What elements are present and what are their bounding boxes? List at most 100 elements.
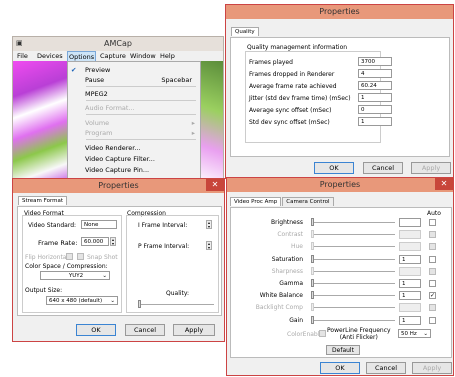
cancel-button[interactable]: Cancel bbox=[366, 362, 406, 374]
flip-horizontal-label: Flip Horizontal: bbox=[25, 254, 71, 261]
auto-heading: Auto bbox=[427, 210, 441, 217]
stream-titlebar: Properties ✕ bbox=[13, 179, 224, 193]
quality-slider-thumb[interactable] bbox=[138, 300, 141, 308]
tab-quality[interactable]: Quality bbox=[231, 27, 259, 36]
video-preview bbox=[13, 61, 67, 183]
procamp-auto-checkbox[interactable] bbox=[429, 219, 436, 226]
procamp-titlebar: Properties ✕ bbox=[227, 178, 453, 192]
menu-item-mpeg2[interactable]: MPEG2 bbox=[68, 89, 200, 98]
procamp-slider-thumb[interactable] bbox=[311, 254, 314, 263]
video-standard-value: None bbox=[81, 220, 117, 229]
menu-item-video-renderer[interactable]: Video Renderer... bbox=[68, 143, 200, 152]
menu-item-audio-format[interactable]: Audio Format... bbox=[68, 103, 200, 112]
frames-played-label: Frames played bbox=[249, 59, 293, 66]
procamp-auto-checkbox[interactable] bbox=[429, 267, 436, 275]
procamp-slider-thumb[interactable] bbox=[311, 266, 314, 275]
procamp-slider-thumb[interactable] bbox=[311, 315, 314, 324]
color-enable-checkbox[interactable] bbox=[319, 330, 326, 337]
flip-horizontal-checkbox[interactable] bbox=[66, 253, 73, 260]
procamp-slider-thumb[interactable] bbox=[311, 218, 314, 226]
procamp-slider-thumb[interactable] bbox=[311, 230, 314, 239]
procamp-slider[interactable] bbox=[311, 283, 395, 284]
frames-dropped-value: 4 bbox=[358, 69, 392, 78]
procamp-slider[interactable] bbox=[311, 258, 395, 260]
std-dev-sync-offset-label: Std dev sync offset (mSec) bbox=[249, 119, 330, 126]
procamp-auto-checkbox[interactable] bbox=[429, 280, 436, 287]
procamp-slider-thumb[interactable] bbox=[311, 303, 314, 312]
output-size-select[interactable]: 640 x 480 (default) ⌄ bbox=[46, 296, 118, 305]
procamp-auto-checkbox[interactable] bbox=[429, 316, 436, 324]
apply-button[interactable]: Apply bbox=[412, 362, 452, 374]
color-space-select[interactable]: YUY2 ⌄ bbox=[40, 271, 110, 280]
procamp-title: Properties bbox=[319, 180, 361, 189]
menu-help[interactable]: Help bbox=[160, 52, 175, 60]
procamp-slider-thumb[interactable] bbox=[311, 279, 314, 287]
compression-group bbox=[126, 215, 219, 313]
procamp-value[interactable]: 1 bbox=[399, 254, 421, 264]
apply-button[interactable]: Apply bbox=[411, 162, 451, 174]
quality-slider[interactable] bbox=[138, 304, 214, 305]
menu-item-volume[interactable]: Volume ▸ bbox=[68, 118, 200, 127]
procamp-auto-checkbox[interactable] bbox=[429, 255, 436, 263]
close-icon[interactable]: ✕ bbox=[206, 179, 224, 191]
procamp-auto-checkbox[interactable] bbox=[429, 231, 436, 239]
menu-window[interactable]: Window bbox=[130, 52, 156, 60]
menu-devices[interactable]: Devices bbox=[37, 52, 63, 60]
menu-item-video-capture-pin[interactable]: Video Capture Pin... bbox=[68, 165, 200, 174]
tab-camera-control[interactable]: Camera Control bbox=[282, 197, 334, 206]
cancel-button[interactable]: Cancel bbox=[363, 162, 403, 174]
iframe-interval-label: I Frame Interval: bbox=[138, 222, 188, 229]
menu-file[interactable]: File bbox=[17, 52, 28, 60]
procamp-value[interactable]: 1 bbox=[399, 315, 421, 325]
procamp-slider[interactable] bbox=[311, 295, 395, 297]
procamp-value[interactable]: 1 bbox=[399, 291, 421, 301]
iframe-interval-spinner[interactable]: ▴ ▾ bbox=[206, 220, 212, 229]
menu-capture[interactable]: Capture bbox=[100, 52, 126, 60]
procamp-slider[interactable] bbox=[311, 270, 395, 272]
frame-rate-spinner[interactable]: ▴ ▾ bbox=[110, 237, 116, 246]
menu-item-preview[interactable]: ✔ Preview bbox=[68, 65, 200, 74]
procamp-slider[interactable] bbox=[311, 246, 395, 248]
ok-button[interactable]: OK bbox=[314, 162, 354, 174]
snap-shot-checkbox[interactable] bbox=[77, 253, 84, 260]
frame-rate-input[interactable]: 60.000 bbox=[81, 237, 109, 246]
powerline-frequency-select[interactable]: 50 Hz ⌄ bbox=[398, 329, 431, 338]
stream-panel: Video Format Compression Video Standard:… bbox=[17, 206, 222, 316]
procamp-value[interactable] bbox=[399, 218, 421, 227]
procamp-slider-thumb[interactable] bbox=[311, 291, 314, 300]
color-enable-label: ColorEnable bbox=[287, 331, 324, 338]
procamp-value bbox=[399, 303, 421, 313]
quality-title: Properties bbox=[319, 7, 360, 16]
procamp-auto-checkbox[interactable] bbox=[429, 304, 436, 312]
procamp-label-gain: Gain bbox=[289, 316, 303, 324]
menu-item-video-capture-filter[interactable]: Video Capture Filter... bbox=[68, 154, 200, 163]
pframe-interval-spinner[interactable]: ▴ ▾ bbox=[206, 241, 212, 250]
quality-titlebar: Properties bbox=[226, 5, 453, 19]
tab-stream-format[interactable]: Stream Format bbox=[18, 196, 68, 205]
tab-video-proc-amp[interactable]: Video Proc Amp bbox=[230, 197, 282, 206]
menu-item-pause[interactable]: Pause Spacebar bbox=[68, 75, 200, 84]
procamp-slider[interactable] bbox=[311, 307, 395, 309]
procamp-slider-thumb[interactable] bbox=[311, 242, 314, 251]
apply-button[interactable]: Apply bbox=[173, 324, 215, 336]
options-menu: ✔ Preview Pause Spacebar MPEG2 Audio For… bbox=[67, 61, 201, 183]
procamp-auto-checkbox[interactable] bbox=[429, 243, 436, 251]
procamp-label-white-balance: White Balance bbox=[259, 292, 303, 300]
cancel-button[interactable]: Cancel bbox=[125, 324, 165, 336]
procamp-auto-checkbox[interactable]: ✓ bbox=[429, 292, 436, 300]
default-button[interactable]: Default bbox=[326, 345, 360, 355]
ok-button[interactable]: OK bbox=[320, 362, 360, 374]
powerline-frequency-label: PowerLine Frequency (Anti Flicker) bbox=[327, 327, 391, 341]
frame-rate-label: Frame Rate: bbox=[38, 239, 78, 247]
snap-shot-label: Snap Shot bbox=[87, 254, 118, 261]
quality-label: Quality: bbox=[166, 290, 190, 297]
check-icon: ✔ bbox=[71, 66, 77, 74]
procamp-slider[interactable] bbox=[311, 319, 395, 321]
ok-button[interactable]: OK bbox=[76, 324, 116, 336]
close-icon[interactable]: ✕ bbox=[435, 178, 453, 190]
procamp-slider[interactable] bbox=[311, 222, 395, 223]
procamp-slider[interactable] bbox=[311, 234, 395, 236]
menu-item-program[interactable]: Program ▸ bbox=[68, 128, 200, 137]
avg-frame-rate-value: 60.24 bbox=[358, 81, 392, 90]
procamp-value[interactable]: 1 bbox=[399, 279, 421, 288]
